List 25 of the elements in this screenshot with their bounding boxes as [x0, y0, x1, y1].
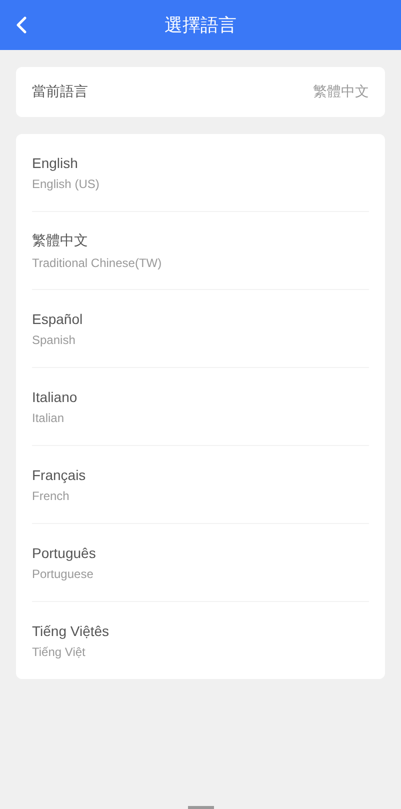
- language-subtitle: French: [32, 488, 70, 502]
- language-subtitle: Spanish: [32, 332, 76, 346]
- language-name: 繁體中文: [32, 232, 89, 250]
- language-subtitle: English (US): [32, 176, 100, 190]
- language-subtitle: Tiếng Việt: [32, 644, 86, 658]
- language-subtitle: Portuguese: [32, 566, 94, 580]
- language-name: Português: [32, 544, 97, 560]
- language-option[interactable]: English English (US): [32, 134, 369, 211]
- home-indicator: [188, 806, 214, 809]
- language-name: Italiano: [32, 388, 78, 404]
- language-option[interactable]: Italiano Italian: [32, 367, 369, 445]
- language-option[interactable]: Français French: [32, 445, 369, 523]
- language-name: Español: [32, 310, 84, 326]
- language-name: Français: [32, 466, 87, 482]
- language-subtitle: Italian: [32, 410, 66, 424]
- language-option[interactable]: Português Portuguese: [32, 523, 369, 601]
- current-language-label: 當前語言: [32, 83, 88, 101]
- language-option[interactable]: Español Spanish: [32, 289, 369, 367]
- current-language-value: 繁體中文: [313, 83, 369, 101]
- language-subtitle: Traditional Chinese(TW): [32, 256, 163, 270]
- page-title: 選擇語言: [164, 14, 236, 37]
- language-option[interactable]: Tiếng Việtês Tiếng Việt: [32, 601, 369, 679]
- language-name: Tiếng Việtês: [32, 622, 110, 638]
- language-option[interactable]: 繁體中文 Traditional Chinese(TW): [32, 211, 369, 289]
- language-name: English: [32, 154, 79, 170]
